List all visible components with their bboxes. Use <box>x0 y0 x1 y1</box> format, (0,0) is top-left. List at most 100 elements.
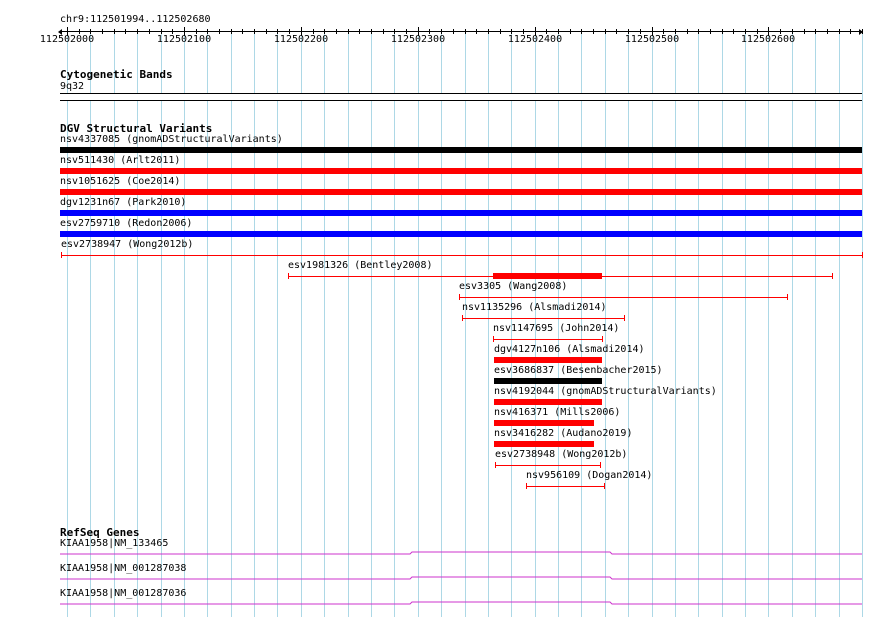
dgv-feature-bar[interactable] <box>60 210 862 216</box>
ruler-tick-label: 112502300 <box>390 34 446 45</box>
ruler-tick-label: 112502100 <box>156 34 212 45</box>
dgv-feature-label: esv3686837 (Besenbacher2015) <box>494 365 663 376</box>
dgv-feature-end-cap <box>832 273 833 279</box>
ruler-minor-tick <box>733 29 734 34</box>
cytoband-band-label: 9q32 <box>60 81 85 92</box>
ruler-minor-tick <box>465 29 466 34</box>
dgv-feature-label: nsv956109 (Dogan2014) <box>526 470 653 481</box>
dgv-feature-end-cap <box>602 336 603 342</box>
refseq-gene-intron-line[interactable] <box>60 550 870 556</box>
dgv-feature-label: esv2738948 (Wong2012b) <box>495 449 628 460</box>
ruler-minor-tick <box>137 29 138 34</box>
dgv-feature-end-cap <box>862 252 863 258</box>
dgv-feature-label: nsv4337085 (gnomADStructuralVariants) <box>60 134 283 145</box>
dgv-feature-start-cap <box>526 483 527 489</box>
dgv-feature-label: nsv1135296 (Alsmadi2014) <box>462 302 607 313</box>
dgv-feature-line[interactable] <box>526 486 604 487</box>
dgv-feature-start-cap <box>288 273 289 279</box>
dgv-feature-line[interactable] <box>462 318 624 319</box>
dgv-feature-label: dgv4127n106 (Alsmadi2014) <box>494 344 645 355</box>
dgv-feature-bar[interactable] <box>494 357 602 363</box>
ruler-minor-tick <box>231 29 232 34</box>
dgv-feature-label: nsv1051625 (Coe2014) <box>60 176 181 187</box>
cytoband-track-header: Cytogenetic Bands <box>60 68 173 81</box>
dgv-feature-end-cap <box>600 462 601 468</box>
ruler-tick-label: 112502400 <box>507 34 563 45</box>
ruler-minor-tick <box>266 29 267 34</box>
dgv-feature-end-cap <box>787 294 788 300</box>
dgv-feature-bar[interactable] <box>494 441 594 447</box>
ruler-minor-tick <box>453 29 454 34</box>
dgv-feature-start-cap <box>462 315 463 321</box>
dgv-feature-start-cap <box>495 462 496 468</box>
dgv-feature-label: esv2759710 (Redon2006) <box>60 218 193 229</box>
ruler-minor-tick <box>488 29 489 34</box>
dgv-feature-label: esv1981326 (Bentley2008) <box>288 260 433 271</box>
dgv-feature-line[interactable] <box>495 465 600 466</box>
dgv-feature-bar[interactable] <box>60 231 862 237</box>
refseq-gene-line <box>60 601 862 605</box>
ruler-minor-tick <box>850 29 851 34</box>
dgv-feature-label: dgv1231n67 (Park2010) <box>60 197 187 208</box>
ruler-minor-tick <box>383 29 384 34</box>
dgv-feature-bar[interactable] <box>60 189 862 195</box>
dgv-feature-label: nsv3416282 (Audano2019) <box>494 428 633 439</box>
ruler-minor-tick <box>698 29 699 34</box>
ruler-minor-tick <box>102 29 103 34</box>
ruler-minor-tick <box>336 29 337 34</box>
dgv-feature-bar[interactable] <box>494 399 602 405</box>
dgv-feature-start-cap <box>61 252 62 258</box>
ruler-tick-label: 112502200 <box>273 34 329 45</box>
dgv-feature-core-bar[interactable] <box>493 273 602 279</box>
ruler-minor-tick <box>687 29 688 34</box>
refseq-gene-label: KIAA1958|NM_001287038 <box>60 563 187 574</box>
dgv-feature-label: nsv1147695 (John2014) <box>493 323 620 334</box>
ruler-minor-tick <box>710 29 711 34</box>
dgv-feature-label: esv2738947 (Wong2012b) <box>61 239 194 250</box>
ruler-minor-tick <box>254 29 255 34</box>
ruler-minor-tick <box>125 29 126 34</box>
ruler-tick-label: 112502500 <box>624 34 680 45</box>
dgv-feature-end-cap <box>604 483 605 489</box>
refseq-gene-line <box>60 551 862 555</box>
dgv-feature-line[interactable] <box>459 297 787 298</box>
refseq-gene-label: KIAA1958|NM_133465 <box>60 538 169 549</box>
dgv-feature-line[interactable] <box>61 255 862 256</box>
dgv-feature-start-cap <box>493 336 494 342</box>
ruler-minor-tick <box>804 29 805 34</box>
location-label: chr9:112501994..112502680 <box>60 14 211 25</box>
ruler-tick-label: 112502600 <box>740 34 796 45</box>
ruler-minor-tick <box>476 29 477 34</box>
refseq-gene-intron-line[interactable] <box>60 575 870 581</box>
dgv-feature-label: esv3305 (Wang2008) <box>459 281 568 292</box>
ruler-minor-tick <box>722 29 723 34</box>
dgv-feature-start-cap <box>459 294 460 300</box>
ruler-minor-tick <box>593 29 594 34</box>
ruler-minor-tick <box>616 29 617 34</box>
ruler-minor-tick <box>348 29 349 34</box>
cytoband-bar <box>60 93 862 101</box>
dgv-feature-bar[interactable] <box>494 378 602 384</box>
dgv-feature-bar[interactable] <box>60 147 862 153</box>
ruler-minor-tick <box>570 29 571 34</box>
refseq-gene-line <box>60 576 862 580</box>
ruler-minor-tick <box>371 29 372 34</box>
dgv-feature-bar[interactable] <box>494 420 594 426</box>
dgv-feature-end-cap <box>624 315 625 321</box>
refseq-gene-intron-line[interactable] <box>60 600 870 606</box>
refseq-gene-label: KIAA1958|NM_001287036 <box>60 588 187 599</box>
ruler-minor-tick <box>815 29 816 34</box>
ruler-tick-label: 112502000 <box>39 34 95 45</box>
genome-browser-view: chr9:112501994..112502680 112502000 11250… <box>0 0 890 617</box>
ruler-minor-tick <box>114 29 115 34</box>
ruler-minor-tick <box>242 29 243 34</box>
ruler-minor-tick <box>827 29 828 34</box>
dgv-feature-bar[interactable] <box>60 168 862 174</box>
ruler-minor-tick <box>605 29 606 34</box>
dgv-feature-label: nsv511430 (Arlt2011) <box>60 155 181 166</box>
ruler-minor-tick <box>219 29 220 34</box>
ruler-minor-tick <box>359 29 360 34</box>
ruler-minor-tick <box>500 29 501 34</box>
dgv-feature-line[interactable] <box>493 339 602 340</box>
dgv-feature-label: nsv416371 (Mills2006) <box>494 407 621 418</box>
